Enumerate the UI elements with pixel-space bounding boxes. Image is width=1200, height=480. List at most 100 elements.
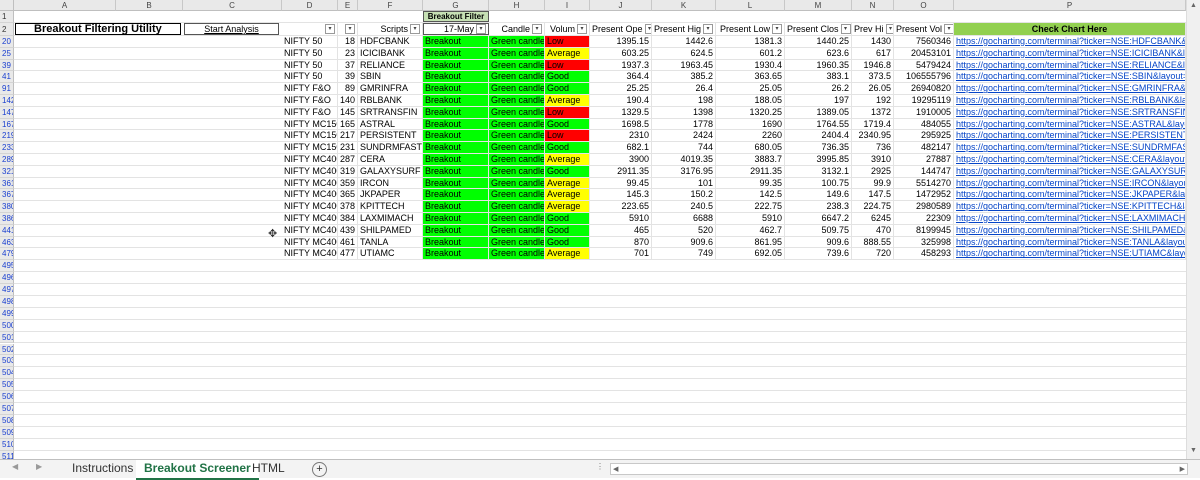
chart-link[interactable]: https://gocharting.com/terminal?ticker=N… bbox=[954, 118, 1186, 130]
row-number[interactable]: 463 bbox=[0, 236, 14, 249]
column-header-b[interactable]: B bbox=[116, 0, 183, 11]
chart-link[interactable]: https://gocharting.com/terminal?ticker=N… bbox=[954, 83, 1186, 94]
date-header[interactable]: 17-May ▾ bbox=[423, 23, 489, 35]
tab-breakout-screener[interactable]: Breakout Screener bbox=[136, 460, 259, 480]
row-number[interactable]: 167 bbox=[0, 118, 14, 131]
row-number[interactable]: 497 bbox=[0, 284, 14, 296]
row-number[interactable]: 39 bbox=[0, 59, 14, 72]
row-number[interactable]: 505 bbox=[0, 379, 14, 392]
scroll-left-icon[interactable]: ◀ bbox=[613, 465, 618, 473]
filter-dropdown-icon[interactable]: ▾ bbox=[772, 24, 782, 34]
row-number[interactable]: 504 bbox=[0, 367, 14, 380]
row-number[interactable]: 380 bbox=[0, 201, 14, 213]
row-number[interactable]: 233 bbox=[0, 142, 14, 154]
vertical-scrollbar[interactable]: ▲ ▼ bbox=[1186, 0, 1200, 459]
chart-link[interactable]: https://gocharting.com/terminal?ticker=N… bbox=[954, 213, 1186, 224]
low-header[interactable]: Present Low ▾ bbox=[716, 23, 785, 35]
filter-dropdown-icon[interactable]: ▾ bbox=[885, 24, 893, 34]
filter-dropdown-icon[interactable]: ▾ bbox=[944, 24, 953, 34]
tab-next-icon[interactable]: ▶ bbox=[36, 462, 42, 471]
tab-prev-icon[interactable]: ◀ bbox=[12, 462, 18, 471]
volume-header[interactable]: Volum ▾ bbox=[545, 23, 590, 35]
column-header-l[interactable]: L bbox=[716, 0, 785, 11]
column-header-d[interactable]: D bbox=[282, 0, 338, 11]
start-analysis-button[interactable]: Start Analysis bbox=[184, 23, 279, 35]
scroll-down-icon[interactable]: ▼ bbox=[1190, 447, 1197, 454]
scroll-right-icon[interactable]: ▶ bbox=[1180, 465, 1185, 473]
column-header-o[interactable]: O bbox=[894, 0, 954, 11]
chart-link[interactable]: https://gocharting.com/terminal?ticker=N… bbox=[954, 71, 1186, 83]
column-header-k[interactable]: K bbox=[652, 0, 716, 11]
row-number[interactable]: 510 bbox=[0, 438, 14, 451]
horizontal-scrollbar[interactable]: ◀ ▶ bbox=[610, 463, 1188, 475]
chart-link[interactable]: https://gocharting.com/terminal?ticker=N… bbox=[954, 142, 1186, 153]
chart-link[interactable]: https://gocharting.com/terminal?ticker=N… bbox=[954, 201, 1186, 212]
row-number[interactable]: 20 bbox=[0, 36, 14, 48]
add-sheet-button[interactable]: + bbox=[304, 460, 335, 478]
spreadsheet-grid[interactable]: ABCDEFGHIJKLMNOP 12202539419114214716721… bbox=[0, 0, 1186, 459]
column-header-f[interactable]: F bbox=[358, 0, 423, 11]
column-header-g[interactable]: G bbox=[423, 0, 489, 11]
row-number[interactable]: 367 bbox=[0, 189, 14, 202]
chart-link[interactable]: https://gocharting.com/terminal?ticker=N… bbox=[954, 47, 1186, 59]
row-number[interactable]: 506 bbox=[0, 391, 14, 403]
chart-link[interactable]: https://gocharting.com/terminal?ticker=N… bbox=[954, 36, 1186, 47]
filter-dropdown-icon[interactable]: ▾ bbox=[577, 24, 587, 34]
chart-link[interactable]: https://gocharting.com/terminal?ticker=N… bbox=[954, 177, 1186, 189]
number-header[interactable]: ▾ bbox=[338, 23, 358, 35]
row-number[interactable]: 511 bbox=[0, 450, 14, 459]
column-header-c[interactable]: C bbox=[183, 0, 282, 11]
filter-dropdown-icon[interactable]: ▾ bbox=[532, 24, 542, 34]
row-number[interactable]: 479 bbox=[0, 248, 14, 261]
row-number[interactable]: 147 bbox=[0, 106, 14, 119]
tab-instructions[interactable]: Instructions bbox=[64, 460, 141, 478]
row-number[interactable]: 386 bbox=[0, 213, 14, 225]
column-header-n[interactable]: N bbox=[852, 0, 894, 11]
column-header-p[interactable]: P bbox=[954, 0, 1186, 11]
chart-link[interactable]: https://gocharting.com/terminal?ticker=N… bbox=[954, 165, 1186, 177]
close-header[interactable]: Present Clos ▾ bbox=[785, 23, 852, 35]
candle-header[interactable]: Candle ▾ bbox=[489, 23, 545, 35]
index-header[interactable]: ▾ bbox=[282, 23, 338, 35]
tab-html[interactable]: HTML bbox=[244, 460, 293, 478]
column-header-a[interactable]: A bbox=[14, 0, 116, 11]
row-number[interactable]: 321 bbox=[0, 165, 14, 178]
row-number[interactable]: 41 bbox=[0, 71, 14, 84]
row-number[interactable]: 495 bbox=[0, 260, 14, 273]
more-options-icon[interactable]: ⋮ bbox=[596, 462, 604, 471]
row-number[interactable]: 25 bbox=[0, 47, 14, 60]
column-header-j[interactable]: J bbox=[590, 0, 652, 11]
select-all-corner[interactable] bbox=[0, 0, 14, 11]
column-header-i[interactable]: I bbox=[545, 0, 590, 11]
chart-link[interactable]: https://gocharting.com/terminal?ticker=N… bbox=[954, 154, 1186, 165]
chart-link[interactable]: https://gocharting.com/terminal?ticker=N… bbox=[954, 248, 1186, 260]
row-number[interactable]: 142 bbox=[0, 95, 14, 107]
filter-dropdown-icon[interactable]: ▾ bbox=[644, 24, 651, 34]
chart-link[interactable]: https://gocharting.com/terminal?ticker=N… bbox=[954, 224, 1186, 236]
row-number[interactable]: 502 bbox=[0, 343, 14, 356]
filter-dropdown-icon[interactable]: ▾ bbox=[345, 24, 355, 34]
chart-link[interactable]: https://gocharting.com/terminal?ticker=N… bbox=[954, 106, 1186, 118]
filter-applied-icon[interactable]: ▾ bbox=[476, 24, 486, 34]
row-number[interactable]: 441 bbox=[0, 224, 14, 237]
chart-link[interactable]: https://gocharting.com/terminal?ticker=N… bbox=[954, 130, 1186, 142]
row-number[interactable]: 507 bbox=[0, 403, 14, 415]
row-number[interactable]: 289 bbox=[0, 154, 14, 166]
chart-link[interactable]: https://gocharting.com/terminal?ticker=N… bbox=[954, 189, 1186, 201]
row-number[interactable]: 496 bbox=[0, 272, 14, 284]
filter-dropdown-icon[interactable]: ▾ bbox=[840, 24, 851, 34]
chart-link[interactable]: https://gocharting.com/terminal?ticker=N… bbox=[954, 59, 1186, 71]
row-number[interactable]: 219 bbox=[0, 130, 14, 143]
row-number[interactable]: 361 bbox=[0, 177, 14, 190]
prev-high-header[interactable]: Prev Hi ▾ bbox=[852, 23, 894, 35]
filter-dropdown-icon[interactable]: ▾ bbox=[325, 24, 335, 34]
row-number[interactable]: 500 bbox=[0, 319, 14, 332]
row-number[interactable]: 501 bbox=[0, 331, 14, 344]
present-volume-header[interactable]: Present Vol ▾ bbox=[894, 23, 954, 35]
row-number[interactable]: 499 bbox=[0, 307, 14, 320]
column-header-e[interactable]: E bbox=[338, 0, 358, 11]
chart-link[interactable]: https://gocharting.com/terminal?ticker=N… bbox=[954, 95, 1186, 106]
row-number[interactable]: 1 bbox=[0, 11, 14, 23]
breakout-filter-label[interactable]: Breakout Filter bbox=[423, 11, 489, 22]
row-number[interactable]: 91 bbox=[0, 83, 14, 95]
